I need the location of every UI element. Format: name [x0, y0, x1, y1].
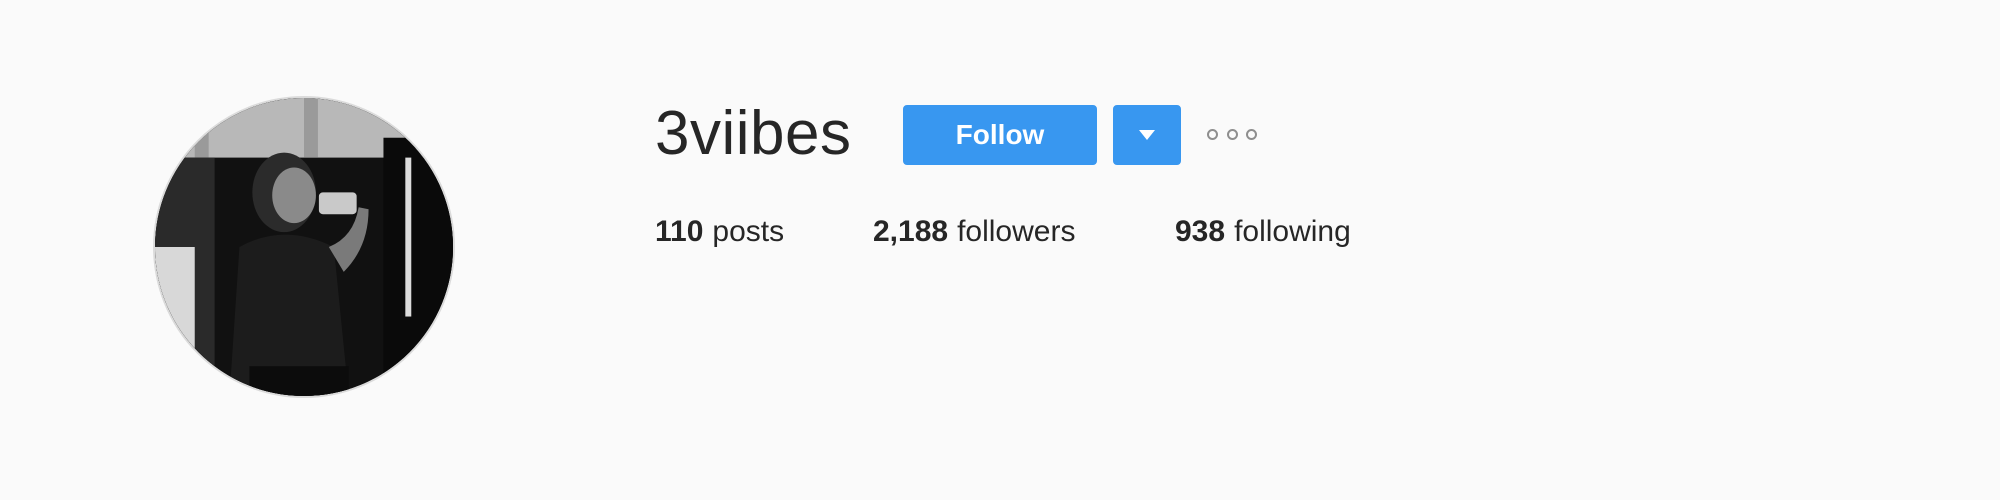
followers-label: followers — [957, 215, 1076, 248]
profile-header: 3viibes Follow 110 posts 2,188 followers… — [0, 0, 2000, 500]
following-count: 938 — [1175, 215, 1226, 248]
posts-count: 110 — [655, 215, 704, 248]
posts-label: posts — [712, 215, 785, 248]
following-label: following — [1234, 215, 1351, 248]
more-options-button[interactable] — [1207, 122, 1257, 146]
more-options-icon — [1207, 128, 1218, 140]
followers-link[interactable]: 2,188 followers — [873, 215, 1075, 249]
follow-button[interactable]: Follow — [903, 105, 1097, 165]
avatar[interactable] — [153, 96, 455, 398]
username: 3viibes — [655, 99, 852, 168]
following-link[interactable]: 938 following — [1175, 215, 1351, 249]
posts-stat: 110 posts — [655, 215, 784, 249]
caret-down-icon — [1139, 130, 1155, 140]
suggestions-dropdown-button[interactable] — [1113, 105, 1181, 165]
followers-count: 2,188 — [873, 215, 949, 248]
profile-photo — [155, 98, 453, 396]
